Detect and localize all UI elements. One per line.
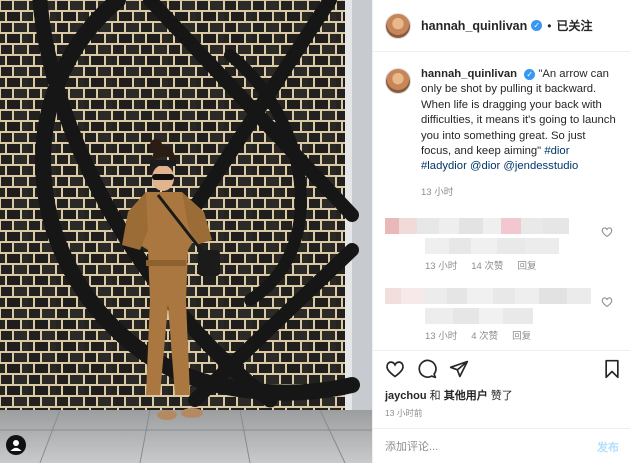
caption-author-avatar[interactable] [385,68,411,94]
caption-body: hannah_quinlivan ✓ "An arrow can only be… [421,67,617,200]
reply-meta: 13 小时 4 次赞 回复 [425,328,531,342]
reply-likes[interactable]: 14 次赞 [471,258,503,272]
reply-button[interactable]: 回复 [512,328,531,342]
liked-by-line: jaychou 和 其他用户 赞了 [385,387,513,403]
liked-by-connector: 和 [429,390,441,402]
verified-badge-icon: ✓ [531,20,543,31]
caption-item: hannah_quinlivan ✓ "An arrow can only be… [385,67,619,200]
blurred-comment-content [385,218,619,235]
liked-by-user[interactable]: jaychou [385,390,427,402]
author-username[interactable]: hannah_quinlivan [421,19,527,33]
post-timestamp[interactable]: 13 小时前 [385,407,422,419]
liked-by-others[interactable]: 其他用户 [444,390,488,402]
caption-text: "An arrow can only be shot by pulling it… [421,68,616,158]
post-comment-button[interactable]: 发布 [597,439,619,455]
post-photo[interactable] [0,0,372,463]
reply-time[interactable]: 13 小时 [425,328,457,342]
reply-likes[interactable]: 4 次赞 [471,328,498,342]
reply-meta: 13 小时 14 次赞 回复 [425,258,536,272]
photo-scene [0,0,372,463]
post-side-panel: hannah_quinlivan ✓ • 已关注 hannah_quinliva… [372,0,630,463]
caption-author-username[interactable]: hannah_quinlivan [421,68,517,80]
post-header: hannah_quinlivan ✓ • 已关注 [373,0,630,52]
reply-time[interactable]: 13 小时 [425,258,457,272]
bookmark-button[interactable] [603,359,621,379]
comment-composer: 发布 [373,428,630,463]
viewer-avatar-icon[interactable] [6,435,26,455]
blurred-comment-content-2 [425,238,619,255]
reply-item: 13 小时 14 次赞 回复 [385,218,619,278]
blurred-comment-content [385,288,619,305]
comment-like-heart-icon[interactable] [601,296,613,308]
comments-list[interactable]: hannah_quinlivan ✓ "An arrow can only be… [373,53,630,350]
action-icons [385,359,469,379]
liked-by-suffix: 赞了 [490,390,513,402]
author-avatar[interactable] [385,12,411,39]
post-actions: jaychou 和 其他用户 赞了 13 小时前 发布 [373,350,630,463]
bookmark-icon[interactable] [603,359,621,379]
blurred-comment-content-2 [425,308,619,325]
reply-item: 13 小时 4 次赞 回复 [385,288,619,348]
caption-verified-badge-icon: ✓ [524,69,536,81]
caption-timestamp[interactable]: 13 小时 [421,185,617,200]
comment-input[interactable] [385,440,585,453]
share-icon[interactable] [449,359,469,379]
follow-status-button[interactable]: 已关注 [556,17,592,34]
comment-icon[interactable] [417,359,437,379]
header-separator: • [547,18,552,33]
comment-like-heart-icon[interactable] [601,226,613,238]
reply-button[interactable]: 回复 [517,258,536,272]
heart-icon[interactable] [385,359,405,379]
